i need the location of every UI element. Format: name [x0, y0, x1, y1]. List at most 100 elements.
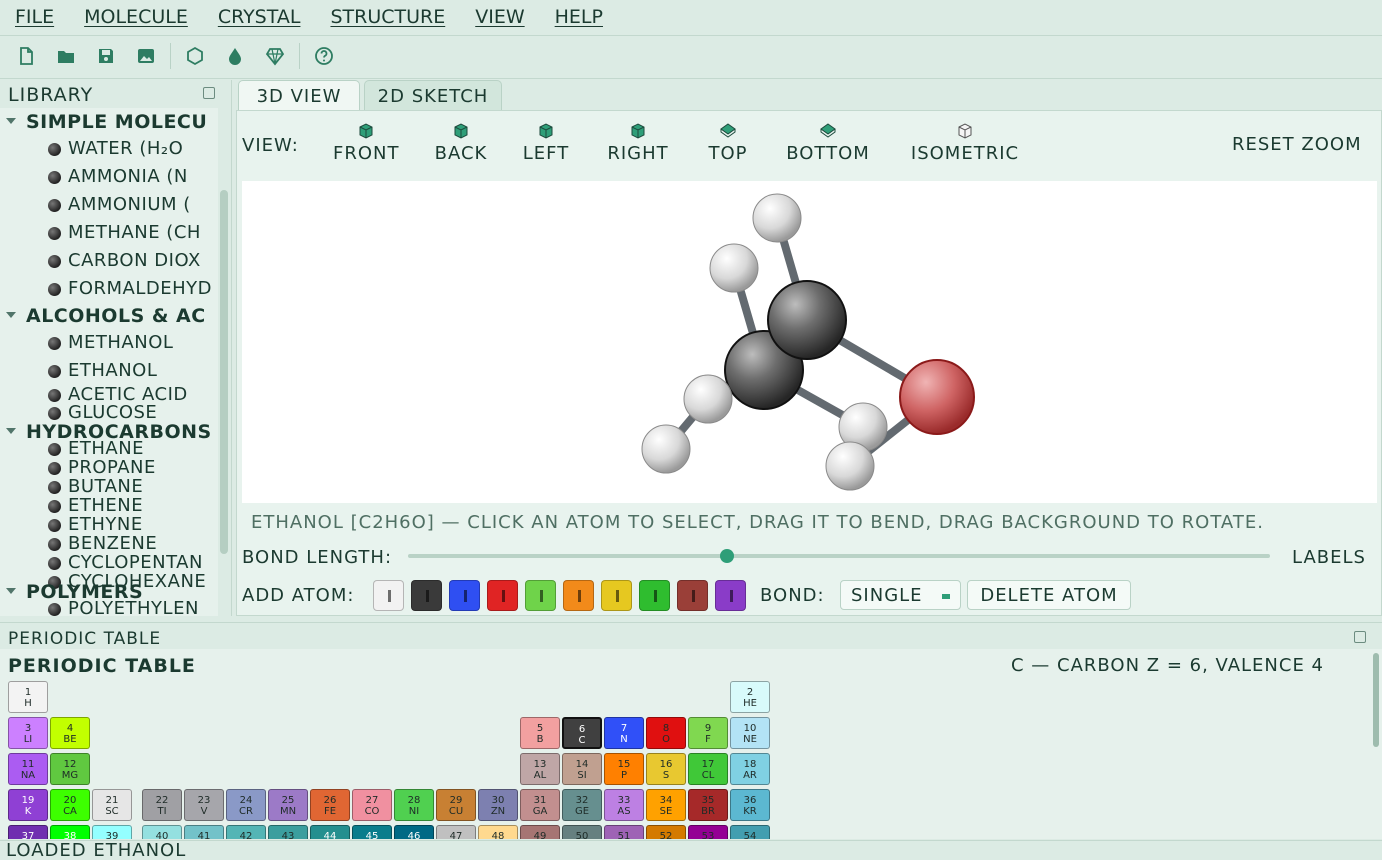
menu-file[interactable]: File: [15, 6, 54, 28]
view-right-button[interactable]: Right: [603, 122, 673, 164]
element-cell[interactable]: 43Tc: [268, 825, 308, 839]
element-cell[interactable]: 52Te: [646, 825, 686, 839]
element-cell[interactable]: 34 Se: [646, 789, 686, 821]
oxygen-atom[interactable]: [899, 359, 975, 435]
element-cell[interactable]: 46Pd: [394, 825, 434, 839]
element-cell[interactable]: 14 Si: [562, 753, 602, 785]
add-atom-swatch[interactable]: [601, 580, 632, 611]
element-cell[interactable]: 9F: [688, 717, 728, 749]
new-file-icon[interactable]: [14, 44, 38, 68]
view-top-button[interactable]: Top: [704, 122, 752, 164]
element-cell[interactable]: 11 Na: [8, 753, 48, 785]
element-cell[interactable]: 49In: [520, 825, 560, 839]
element-cell[interactable]: 36 Kr: [730, 789, 770, 821]
element-cell[interactable]: 20 Ca: [50, 789, 90, 821]
element-cell[interactable]: 30 Zn: [478, 789, 518, 821]
element-cell[interactable]: 6C: [562, 717, 602, 749]
menu-help[interactable]: Help: [555, 6, 603, 28]
chevron-down-icon[interactable]: [6, 118, 16, 124]
menu-molecule[interactable]: Molecule: [84, 6, 188, 28]
chevron-down-icon[interactable]: [6, 312, 16, 318]
hydrogen-atom[interactable]: [683, 374, 733, 424]
float-panel-icon[interactable]: [1354, 631, 1366, 643]
element-cell[interactable]: 3 Li: [8, 717, 48, 749]
help-icon[interactable]: [312, 44, 336, 68]
element-cell[interactable]: 32 Ge: [562, 789, 602, 821]
library-scrollbar[interactable]: [220, 190, 228, 554]
element-cell[interactable]: 18 Ar: [730, 753, 770, 785]
element-cell[interactable]: 27 Co: [352, 789, 392, 821]
element-cell[interactable]: 44Ru: [310, 825, 350, 839]
element-cell[interactable]: 19 K: [8, 789, 48, 821]
menu-view[interactable]: View: [475, 6, 524, 28]
hexagon-icon[interactable]: [183, 44, 207, 68]
element-cell[interactable]: 38Sr: [50, 825, 90, 839]
element-cell[interactable]: 42Mo: [226, 825, 266, 839]
view-back-button[interactable]: Back: [434, 122, 488, 164]
bond-length-slider[interactable]: [408, 549, 1270, 563]
crystal-gem-icon[interactable]: [263, 44, 287, 68]
tab-2d-sketch[interactable]: 2D Sketch: [364, 80, 502, 111]
element-cell[interactable]: 37Rb: [8, 825, 48, 839]
bond-type-select[interactable]: Single: [840, 580, 961, 610]
menu-crystal[interactable]: Crystal: [218, 6, 301, 28]
hydrogen-atom[interactable]: [825, 441, 875, 491]
add-atom-swatch[interactable]: [373, 580, 404, 611]
element-cell[interactable]: 33 As: [604, 789, 644, 821]
element-cell[interactable]: 8O: [646, 717, 686, 749]
save-icon[interactable]: [94, 44, 118, 68]
periodic-scrollbar[interactable]: [1373, 653, 1379, 747]
add-atom-swatch[interactable]: [411, 580, 442, 611]
molecule-3d-canvas[interactable]: [242, 181, 1377, 503]
element-cell[interactable]: 54Xe: [730, 825, 770, 839]
carbon-atom[interactable]: [767, 280, 847, 360]
element-cell[interactable]: 41Nb: [184, 825, 224, 839]
hydrogen-atom[interactable]: [641, 424, 691, 474]
view-bottom-button[interactable]: Bottom: [783, 122, 873, 164]
chevron-down-icon[interactable]: [6, 428, 16, 434]
delete-atom-button[interactable]: Delete Atom: [967, 580, 1131, 610]
element-cell[interactable]: 45Rh: [352, 825, 392, 839]
element-cell[interactable]: 53I: [688, 825, 728, 839]
element-cell[interactable]: 35 Br: [688, 789, 728, 821]
add-atom-swatch[interactable]: [563, 580, 594, 611]
element-cell[interactable]: 17 Cl: [688, 753, 728, 785]
element-cell[interactable]: 50Sn: [562, 825, 602, 839]
add-atom-swatch[interactable]: [677, 580, 708, 611]
element-cell[interactable]: 39Y: [92, 825, 132, 839]
element-cell[interactable]: 51Sb: [604, 825, 644, 839]
element-cell[interactable]: 24 Cr: [226, 789, 266, 821]
add-atom-swatch[interactable]: [449, 580, 480, 611]
element-cell[interactable]: 40Zr: [142, 825, 182, 839]
chevron-down-icon[interactable]: [6, 588, 16, 594]
menu-structure[interactable]: Structure: [330, 6, 445, 28]
add-atom-swatch[interactable]: [525, 580, 556, 611]
element-cell[interactable]: 25 Mn: [268, 789, 308, 821]
element-cell[interactable]: 29 Cu: [436, 789, 476, 821]
element-cell[interactable]: 10 Ne: [730, 717, 770, 749]
reset-zoom-button[interactable]: Reset Zoom: [1232, 134, 1362, 155]
element-cell[interactable]: 4 Be: [50, 717, 90, 749]
element-cell[interactable]: 7N: [604, 717, 644, 749]
element-cell[interactable]: 28 Ni: [394, 789, 434, 821]
element-cell[interactable]: 1H: [8, 681, 48, 713]
element-cell[interactable]: 47Ag: [436, 825, 476, 839]
float-panel-icon[interactable]: [203, 87, 215, 99]
element-cell[interactable]: 26 Fe: [310, 789, 350, 821]
element-cell[interactable]: 22 Ti: [142, 789, 182, 821]
element-cell[interactable]: 21 Sc: [92, 789, 132, 821]
element-cell[interactable]: 5B: [520, 717, 560, 749]
element-cell[interactable]: 13 Al: [520, 753, 560, 785]
export-image-icon[interactable]: [134, 44, 158, 68]
view-isometric-button[interactable]: Isometric: [906, 122, 1024, 164]
element-cell[interactable]: 16 S: [646, 753, 686, 785]
add-atom-swatch[interactable]: [639, 580, 670, 611]
tab-3d-view[interactable]: 3D View: [238, 80, 360, 111]
element-cell[interactable]: 15 P: [604, 753, 644, 785]
view-front-button[interactable]: Front: [333, 122, 399, 164]
element-cell[interactable]: 31 Ga: [520, 789, 560, 821]
element-cell[interactable]: 12 Mg: [50, 753, 90, 785]
element-cell[interactable]: 23 V: [184, 789, 224, 821]
hydrogen-atom[interactable]: [752, 193, 802, 243]
droplet-icon[interactable]: [223, 44, 247, 68]
